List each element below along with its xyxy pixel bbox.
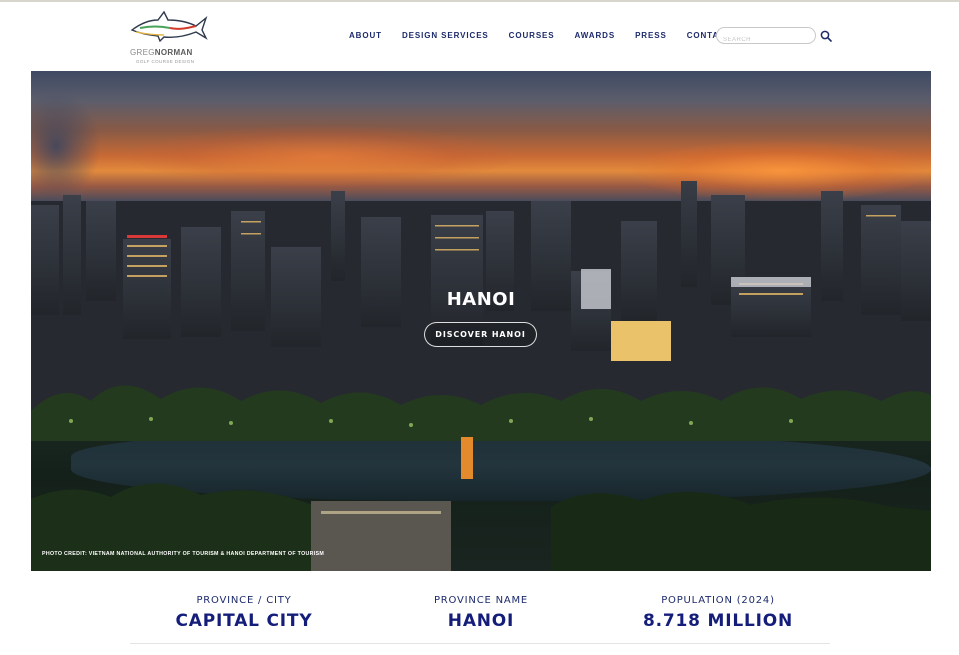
stat-value: CAPITAL CITY — [175, 611, 313, 631]
trees-foreground — [31, 385, 931, 571]
shark-logo-icon — [130, 10, 208, 42]
hero-title: HANOI — [446, 289, 516, 310]
brand-logo[interactable]: GREGNORMAN GOLF COURSE DESIGN — [128, 8, 210, 64]
nav-press[interactable]: PRESS — [635, 31, 667, 40]
hero-banner: HANOI DISCOVER HANOI PHOTO CREDIT: VIETN… — [31, 71, 931, 571]
stat-label: PROVINCE NAME — [433, 595, 529, 606]
site-header: GREGNORMAN GOLF COURSE DESIGN ABOUT DESI… — [0, 2, 959, 71]
stat-value: 8.718 MILLION — [642, 611, 793, 631]
search-icon[interactable] — [820, 30, 832, 42]
search-input[interactable] — [723, 32, 813, 48]
city-stats: PROVINCE / CITY CAPITAL CITY PROVINCE NA… — [0, 571, 959, 655]
photo-credit: PHOTO CREDIT: VIETNAM NATIONAL AUTHORITY… — [42, 551, 325, 557]
brand-name: GREGNORMAN — [130, 48, 193, 57]
nav-courses[interactable]: COURSES — [509, 31, 555, 40]
nav-about[interactable]: ABOUT — [349, 31, 382, 40]
stat-label: PROVINCE / CITY — [196, 595, 292, 606]
stat-label: POPULATION (2024) — [661, 595, 775, 606]
discover-button[interactable]: DISCOVER HANOI — [424, 322, 537, 347]
stat-province-city: PROVINCE / CITY CAPITAL CITY — [124, 595, 364, 631]
main-nav: ABOUT DESIGN SERVICES COURSES AWARDS PRE… — [349, 31, 752, 40]
search-box — [716, 27, 816, 48]
stat-province-name: PROVINCE NAME HANOI — [361, 595, 601, 631]
stat-value: HANOI — [447, 611, 515, 631]
brand-tagline: GOLF COURSE DESIGN — [136, 59, 195, 64]
nav-design-services[interactable]: DESIGN SERVICES — [402, 31, 489, 40]
stat-population: POPULATION (2024) 8.718 MILLION — [598, 595, 838, 631]
nav-awards[interactable]: AWARDS — [575, 31, 616, 40]
divider — [130, 643, 830, 644]
sunset-glow — [131, 126, 511, 186]
